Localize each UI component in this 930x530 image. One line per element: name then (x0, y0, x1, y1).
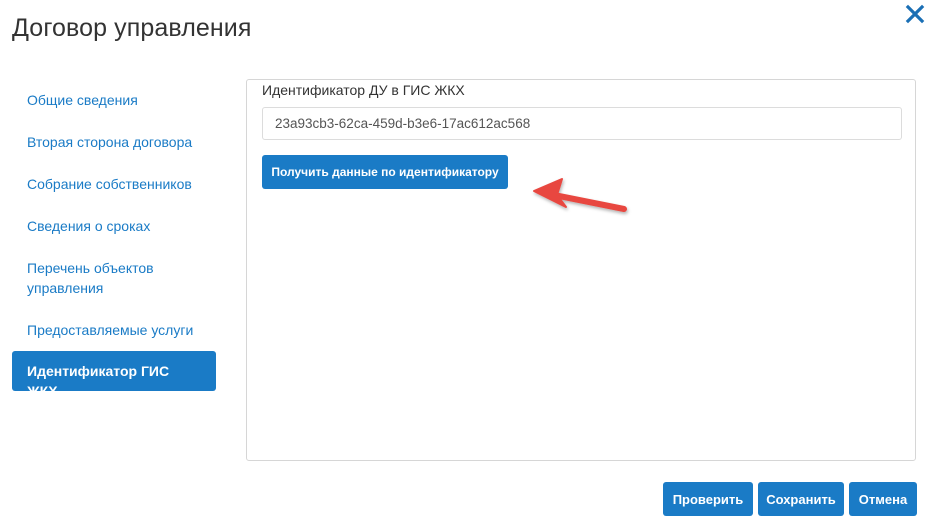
sidebar-item-label: Общие сведения (27, 92, 138, 108)
sidebar-item-label: Идентификатор ГИС ЖКХ (27, 363, 170, 399)
sidebar-item-owners-meeting[interactable]: Собрание собственников (12, 174, 216, 194)
close-button[interactable] (903, 2, 927, 26)
sidebar-item-label: Собрание собственников (27, 176, 192, 192)
sidebar-item-terms[interactable]: Сведения о сроках (12, 216, 216, 236)
sidebar-item-label: Вторая сторона договора (27, 134, 193, 150)
sidebar-item-label: Перечень объектов управления (27, 260, 154, 296)
gis-id-field-label: Идентификатор ДУ в ГИС ЖКХ (262, 82, 465, 98)
dialog-title: Договор управления (12, 14, 252, 42)
sidebar-item-general[interactable]: Общие сведения (12, 90, 216, 110)
cancel-button[interactable]: Отмена (849, 482, 917, 516)
save-button[interactable]: Сохранить (758, 482, 844, 516)
close-icon (905, 4, 925, 24)
sidebar-item-second-party[interactable]: Вторая сторона договора (12, 132, 216, 152)
sidebar-item-label: Сведения о сроках (27, 218, 151, 234)
sidebar-item-label: Предоставляемые услуги (27, 322, 194, 338)
gis-id-input[interactable] (262, 107, 902, 140)
management-contract-dialog: Договор управления Общие сведения Вторая… (0, 0, 930, 530)
sidebar-item-gis-id[interactable]: Идентификатор ГИС ЖКХ (12, 351, 216, 399)
red-arrow-icon (533, 178, 627, 212)
check-button[interactable]: Проверить (663, 482, 753, 516)
content-panel: Идентификатор ДУ в ГИС ЖКХ Получить данн… (246, 79, 916, 461)
sidebar-item-services[interactable]: Предоставляемые услуги (12, 320, 216, 340)
sidebar-item-managed-objects[interactable]: Перечень объектов управления (12, 258, 182, 298)
fetch-by-id-button[interactable]: Получить данные по идентификатору (262, 155, 508, 189)
